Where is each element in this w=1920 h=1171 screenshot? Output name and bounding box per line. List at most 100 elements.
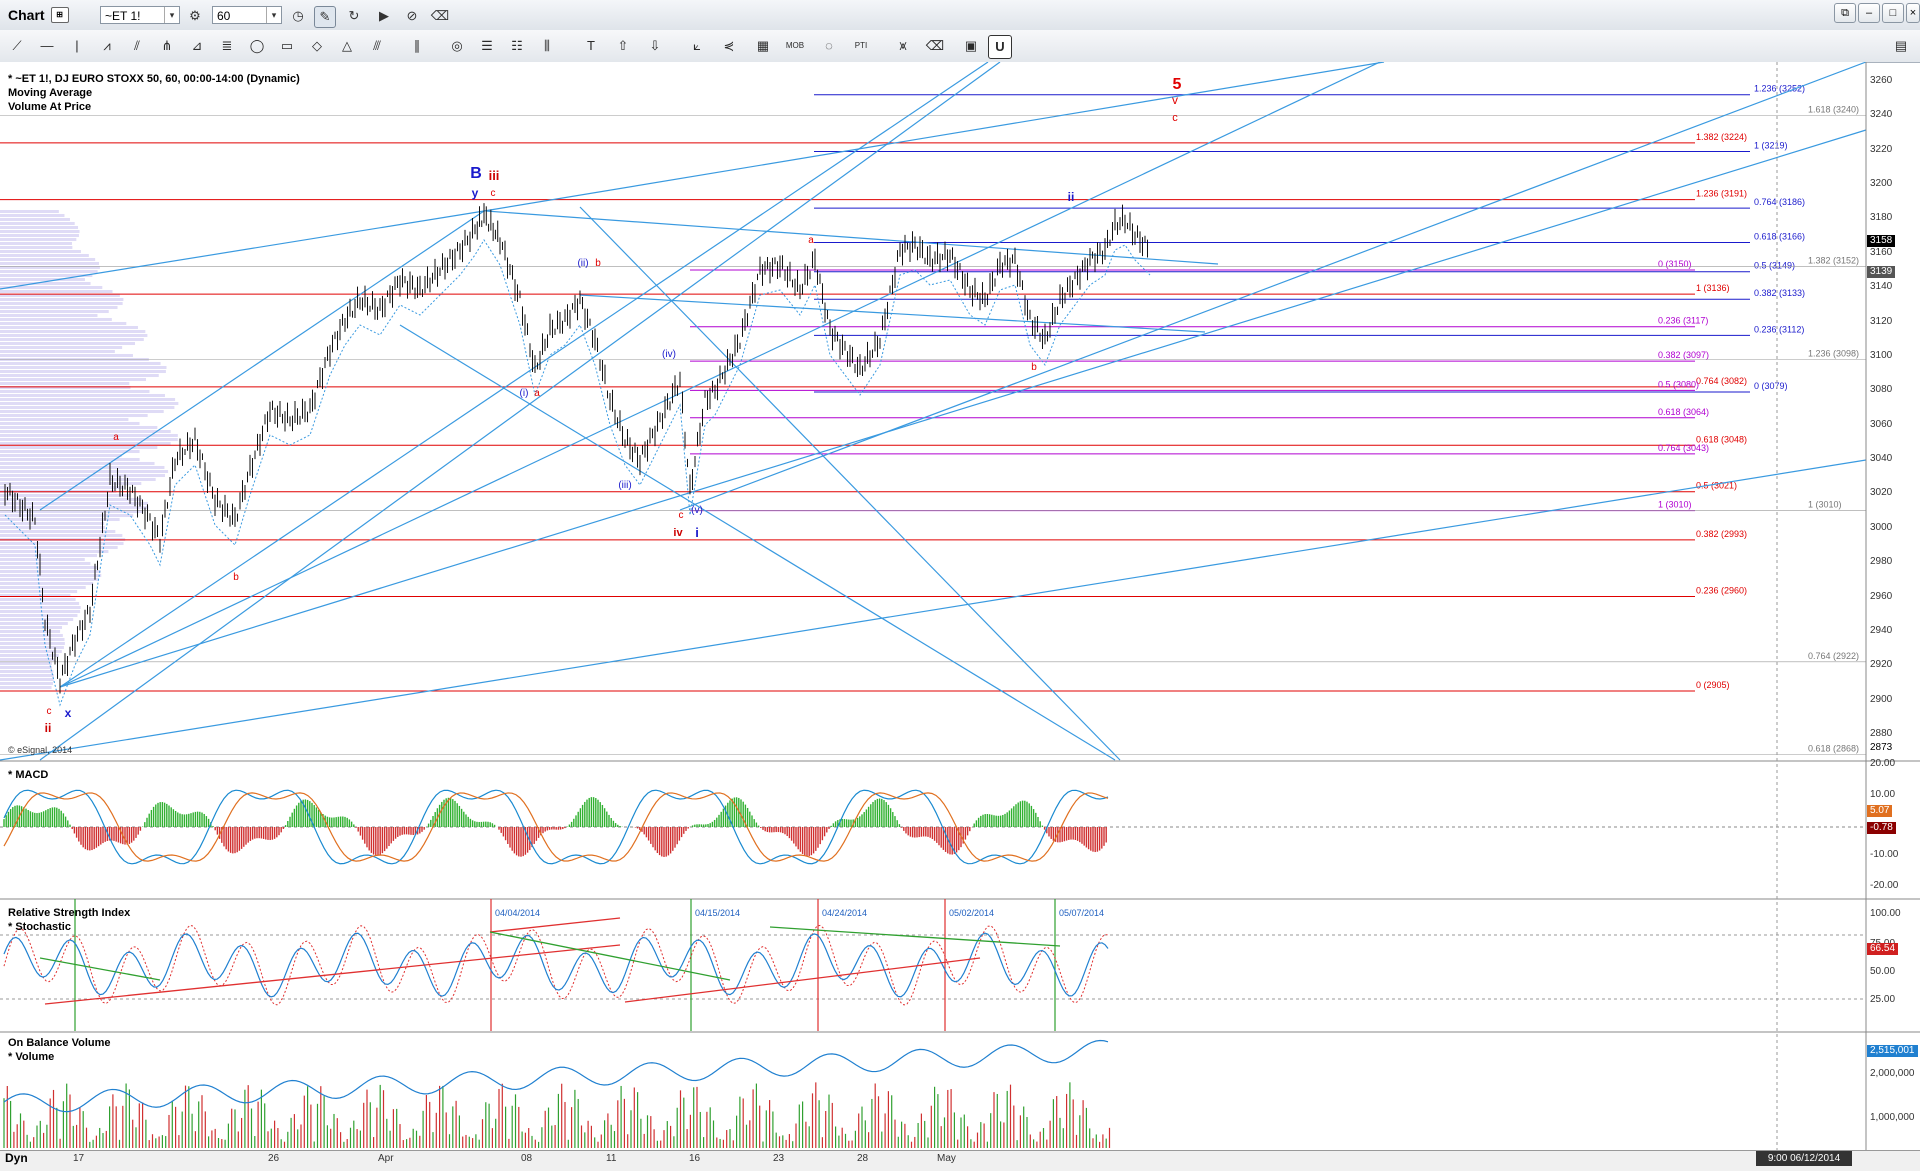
cycle-tool-icon[interactable]: ◌	[818, 35, 840, 57]
play-icon[interactable]: ▶	[374, 6, 394, 26]
pitchfork-tool-icon[interactable]: ⋔	[156, 35, 178, 57]
fib-red-label: 1.382 (3224)	[1696, 132, 1747, 142]
volume-profile-bar	[0, 310, 109, 313]
volume-profile-bar	[0, 270, 98, 273]
x-tick: 28	[857, 1153, 869, 1164]
volume-profile-bar	[0, 394, 165, 397]
volume-profile-bar	[0, 354, 133, 357]
close-window-icon[interactable]: ×	[1906, 3, 1920, 23]
target-icon[interactable]: ⊘	[402, 6, 422, 26]
volume-profile-bar	[0, 542, 124, 545]
parallel-lines-tool-icon[interactable]: ⫻	[366, 35, 388, 57]
double-line-tool-icon[interactable]: ∥	[406, 35, 428, 57]
pti-tool-icon[interactable]: PTI	[850, 35, 872, 57]
chevron-down-icon[interactable]: ▾	[266, 7, 281, 23]
triangle-tool-icon[interactable]: △	[336, 35, 358, 57]
volume-profile-bar	[0, 682, 53, 685]
eraser-icon[interactable]: ⌫	[430, 6, 450, 26]
x-tick: May	[937, 1153, 956, 1164]
circle-tool-icon[interactable]: ◎	[446, 35, 468, 57]
drawing-toolbar: ⟋ — | ⩘ ⫽ ⋔ ⊿ ≣ ◯ ▭ ◇ △ ⫻ ∥ ◎ ☰ ☷ ⫼ T ⇧ …	[0, 30, 1920, 63]
volume-profile-bar	[0, 258, 96, 261]
volume-profile-bar	[0, 246, 73, 249]
volume-profile-bar	[0, 334, 148, 337]
fib-purple-label: 1 (3010)	[1658, 500, 1692, 510]
interval-settings-icon[interactable]: ⚙	[185, 6, 205, 26]
volume-profile-bar	[0, 362, 161, 365]
volume-profile-bar	[0, 470, 169, 473]
volume-profile-bar	[0, 438, 178, 441]
volume-profile-bar	[0, 618, 74, 621]
clock-icon[interactable]: ◷	[288, 6, 308, 26]
mob-tool-icon[interactable]: MOB	[784, 35, 806, 57]
chart-canvas[interactable]: 1.382 (3224) 1.236 (3191) 1 (3136) 0.764 (3…	[0, 62, 1920, 1150]
volume-profile-bar	[0, 530, 116, 533]
comment-tool-icon[interactable]: ▣	[960, 35, 982, 57]
zigzag-tool-icon[interactable]: ⩙	[892, 35, 914, 57]
fib-purple-label: 0.618 (3064)	[1658, 407, 1709, 417]
fib-purple-label: 0.236 (3117)	[1658, 316, 1708, 326]
minimize-window-icon[interactable]: –	[1858, 3, 1880, 23]
panel-toggle-icon[interactable]: ▤	[1890, 35, 1912, 57]
fib-retracement-tool-icon[interactable]: ☰	[476, 35, 498, 57]
x-tick: 17	[73, 1153, 85, 1164]
fib-extension-tool-icon[interactable]: ☷	[506, 35, 528, 57]
regression-tool-icon[interactable]: ⟀	[686, 35, 708, 57]
time-axis[interactable]	[0, 1150, 1920, 1171]
text-tool-icon[interactable]: T	[580, 35, 602, 57]
volume-profile-bar	[0, 422, 140, 425]
volume-profile-bar	[0, 278, 85, 281]
macd-hist-tag: -0.78	[1867, 822, 1896, 834]
volume-profile-bar	[0, 402, 179, 405]
volume-profile-bar	[0, 234, 79, 237]
ellipse-tool-icon[interactable]: ◯	[246, 35, 268, 57]
fib-red-label: 1 (3136)	[1696, 283, 1730, 293]
refresh-icon[interactable]: ↻	[344, 6, 364, 26]
diamond-tool-icon[interactable]: ◇	[306, 35, 328, 57]
arrow-down-tool-icon[interactable]: ⇩	[644, 35, 666, 57]
volume-label: * Volume	[8, 1051, 55, 1063]
dyn-label[interactable]: Dyn	[5, 1151, 28, 1165]
volume-profile-bar	[0, 478, 156, 481]
elliott-wave-tool-icon[interactable]: ⩘	[96, 35, 118, 57]
eraser-tool-icon[interactable]: ⌫	[924, 35, 946, 57]
wave-label: x	[65, 706, 72, 720]
trendline-tool-icon[interactable]: ⟋	[6, 35, 28, 57]
rsi-value-tag: 66.54	[1867, 943, 1899, 955]
rsi-marker-label: 04/04/2014	[495, 908, 540, 918]
volume-profile-bar	[0, 374, 159, 377]
fib-purple-label: 0.382 (3097)	[1658, 350, 1709, 360]
volume-profile-bar	[0, 298, 124, 301]
grid-tool-icon[interactable]: ▦	[752, 35, 774, 57]
wave-label: (v)	[691, 505, 703, 516]
link-icon[interactable]: ⊞	[50, 7, 69, 23]
magnet-icon[interactable]: U	[988, 35, 1012, 59]
time-zones-tool-icon[interactable]: ⫼	[536, 35, 558, 57]
volume-profile-bar	[0, 602, 80, 605]
gann-tool-icon[interactable]: ⋞	[718, 35, 740, 57]
chevron-down-icon[interactable]: ▾	[164, 7, 179, 23]
pencil-icon[interactable]: ✎	[314, 6, 336, 28]
symbol-field[interactable]: ~ET 1! ▾	[100, 6, 180, 24]
volume-profile-bar	[0, 570, 101, 573]
interval-field[interactable]: 60 ▾	[212, 6, 282, 24]
maximize-window-icon[interactable]: □	[1882, 3, 1904, 23]
price-axis-label: 2900	[1870, 693, 1893, 705]
fib-tool-icon[interactable]: ≣	[216, 35, 238, 57]
obv-value-tag: 2,515,001	[1867, 1045, 1918, 1057]
volume-profile-bar	[0, 494, 131, 497]
volume-profile-bar	[0, 222, 75, 225]
fan-tool-icon[interactable]: ⊿	[186, 35, 208, 57]
wave-label: b	[595, 258, 601, 269]
volume-profile-bar	[0, 582, 94, 585]
restore-window-icon[interactable]: ⧉	[1834, 3, 1856, 23]
volume-profile-bar	[0, 442, 171, 445]
arrow-up-tool-icon[interactable]: ⇧	[612, 35, 634, 57]
vertical-line-tool-icon[interactable]: |	[66, 35, 88, 57]
copyright-text: © eSignal, 2014	[8, 745, 73, 755]
horizontal-line-tool-icon[interactable]: —	[36, 35, 58, 57]
rectangle-tool-icon[interactable]: ▭	[276, 35, 298, 57]
channel-tool-icon[interactable]: ⫽	[126, 35, 148, 57]
volume-profile-bar	[0, 518, 120, 521]
rsi-marker-label: 05/07/2014	[1059, 908, 1104, 918]
